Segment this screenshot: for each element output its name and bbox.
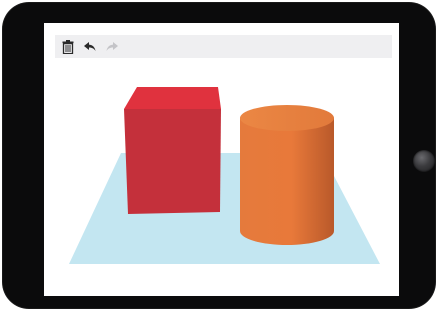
cylinder-top-face xyxy=(240,105,334,131)
home-button[interactable] xyxy=(413,150,435,172)
cube-object[interactable] xyxy=(124,87,221,214)
cylinder-body xyxy=(240,118,334,245)
cube-front-face xyxy=(124,109,221,214)
3d-viewport[interactable] xyxy=(44,23,399,296)
app-screen xyxy=(44,23,399,296)
cylinder-object[interactable] xyxy=(240,105,334,245)
cube-top-face xyxy=(124,87,221,109)
